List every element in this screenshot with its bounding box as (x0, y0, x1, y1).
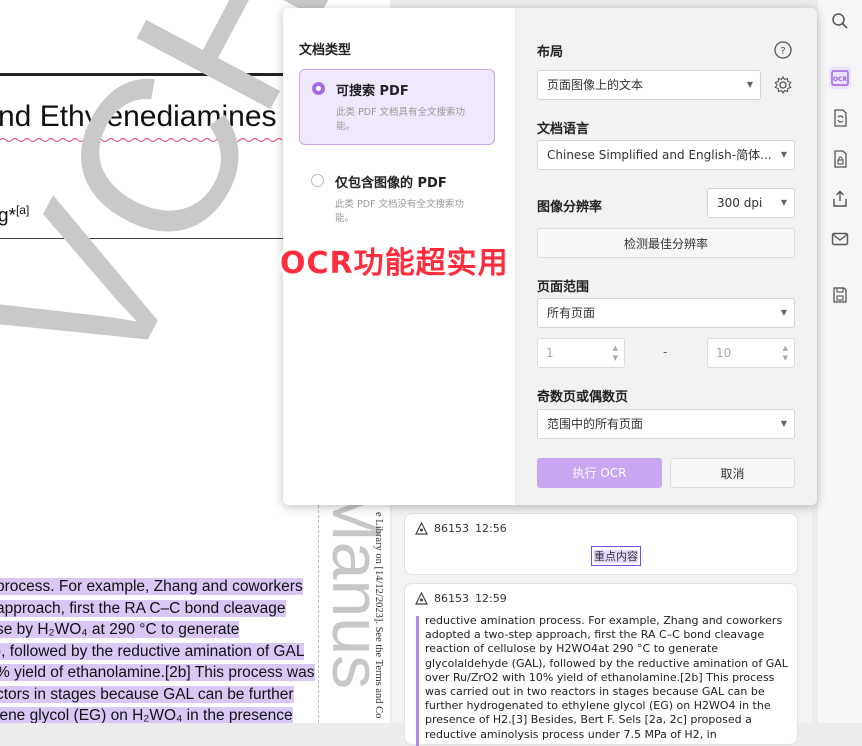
to-page-input[interactable]: 10 ▲ ▼ (707, 338, 795, 368)
language-label: 文档语言 (537, 122, 590, 137)
quote-bar (416, 616, 419, 746)
run-ocr-button[interactable]: 执行 OCR (537, 458, 662, 488)
comment-card[interactable]: 86153 12:56 重点内容 (404, 513, 798, 575)
comment-time: 12:56 (475, 522, 507, 535)
comment-user: 86153 (434, 592, 469, 605)
document-body: process. For example, Zhang and coworker… (0, 576, 316, 723)
option-description: 此类 PDF 文档具有全文搜索功能。 (336, 107, 466, 132)
comment-header: 86153 12:59 (415, 592, 507, 605)
radio-selected[interactable] (312, 82, 325, 95)
right-toolbar: OCR (818, 0, 862, 723)
comment-header: 86153 12:56 (415, 522, 507, 535)
layout-label: 布局 (537, 45, 564, 60)
doc-type-label: 文档类型 (299, 43, 352, 58)
chevron-down-icon: ▼ (746, 80, 753, 89)
odd-even-select[interactable]: 范围中的所有页面 ▼ (537, 409, 795, 439)
resolution-select[interactable]: 300 dpi ▼ (707, 188, 795, 218)
comment-panel: 86153 12:56 重点内容 86153 12:59 reductive a… (392, 505, 812, 746)
text-line[interactable]: ctors in stages because GAL can be furth… (0, 684, 316, 706)
user-avatar-icon (415, 592, 428, 605)
stepper-icon[interactable]: ▲ ▼ (613, 343, 618, 363)
comment-card[interactable]: 86153 12:59 reductive amination process.… (404, 583, 798, 746)
user-avatar-icon (415, 522, 428, 535)
svg-text:OCR: OCR (833, 76, 848, 83)
svg-text:?: ? (780, 46, 785, 57)
page-range-select[interactable]: 所有页面 ▼ (537, 298, 795, 328)
layout-select[interactable]: 页面图像上的文本 ▼ (537, 70, 761, 100)
share-icon[interactable] (829, 188, 851, 210)
resolution-label: 图像分辨率 (537, 200, 603, 215)
option-image-only-pdf[interactable]: 仅包含图像的 PDF 此类 PDF 文档没有全文搜索功能。 (299, 162, 493, 236)
text-line[interactable]: % yield of ethanolamine.[2b] This proces… (0, 662, 316, 684)
gear-icon[interactable] (773, 75, 793, 95)
promo-caption: OCR功能超实用 (280, 246, 509, 281)
chevron-down-icon: ▼ (780, 198, 787, 207)
comment-user: 86153 (434, 522, 469, 535)
detect-resolution-button[interactable]: 检测最佳分辨率 (537, 228, 795, 258)
comment-time: 12:59 (475, 592, 507, 605)
text-line[interactable]: lene glycol (EG) on H₂WO₄ in the presenc… (0, 705, 316, 723)
chevron-down-icon: ▼ (780, 150, 787, 159)
odd-even-label: 奇数页或偶数页 (537, 390, 629, 405)
protect-icon[interactable] (829, 148, 851, 170)
option-title: 仅包含图像的 PDF (335, 176, 447, 191)
option-searchable-pdf[interactable]: 可搜索 PDF 此类 PDF 文档具有全文搜索功能。 (299, 69, 495, 145)
text-line[interactable]: process. For example, Zhang and coworker… (0, 576, 316, 598)
convert-icon[interactable] (829, 107, 851, 129)
ocr-icon[interactable]: OCR (829, 67, 851, 89)
option-title: 可搜索 PDF (336, 84, 409, 99)
settings-pane: 布局 ? 页面图像上的文本 ▼ 文档语言 Chinese Simplified a… (515, 8, 817, 505)
range-dash: - (663, 345, 668, 359)
save-icon[interactable] (829, 284, 851, 306)
search-icon[interactable] (829, 10, 851, 32)
stepper-icon[interactable]: ▲ ▼ (783, 343, 788, 363)
text-line[interactable]: approach, first the RA C–C bond cleavage (0, 598, 316, 620)
text-line[interactable]: ), followed by the reductive amination o… (0, 641, 316, 663)
radio-unselected[interactable] (311, 174, 324, 187)
chevron-down-icon: ▼ (780, 419, 787, 428)
vertical-license-note: e Library on [14/12/2023]. See the Terms… (373, 512, 384, 719)
from-page-input[interactable]: 1 ▲ ▼ (537, 338, 625, 368)
cancel-button[interactable]: 取消 (670, 458, 795, 488)
text-line[interactable]: se by H₂WO₄ at 290 °C to generate (0, 619, 316, 641)
help-icon[interactable]: ? (773, 40, 793, 60)
highlight-tag[interactable]: 重点内容 (591, 546, 641, 566)
option-description: 此类 PDF 文档没有全文搜索功能。 (335, 199, 465, 224)
mail-icon[interactable] (829, 228, 851, 250)
page-range-label: 页面范围 (537, 280, 590, 295)
language-select[interactable]: Chinese Simplified and English-简体... ▼ (537, 140, 795, 170)
chevron-down-icon: ▼ (780, 308, 787, 317)
